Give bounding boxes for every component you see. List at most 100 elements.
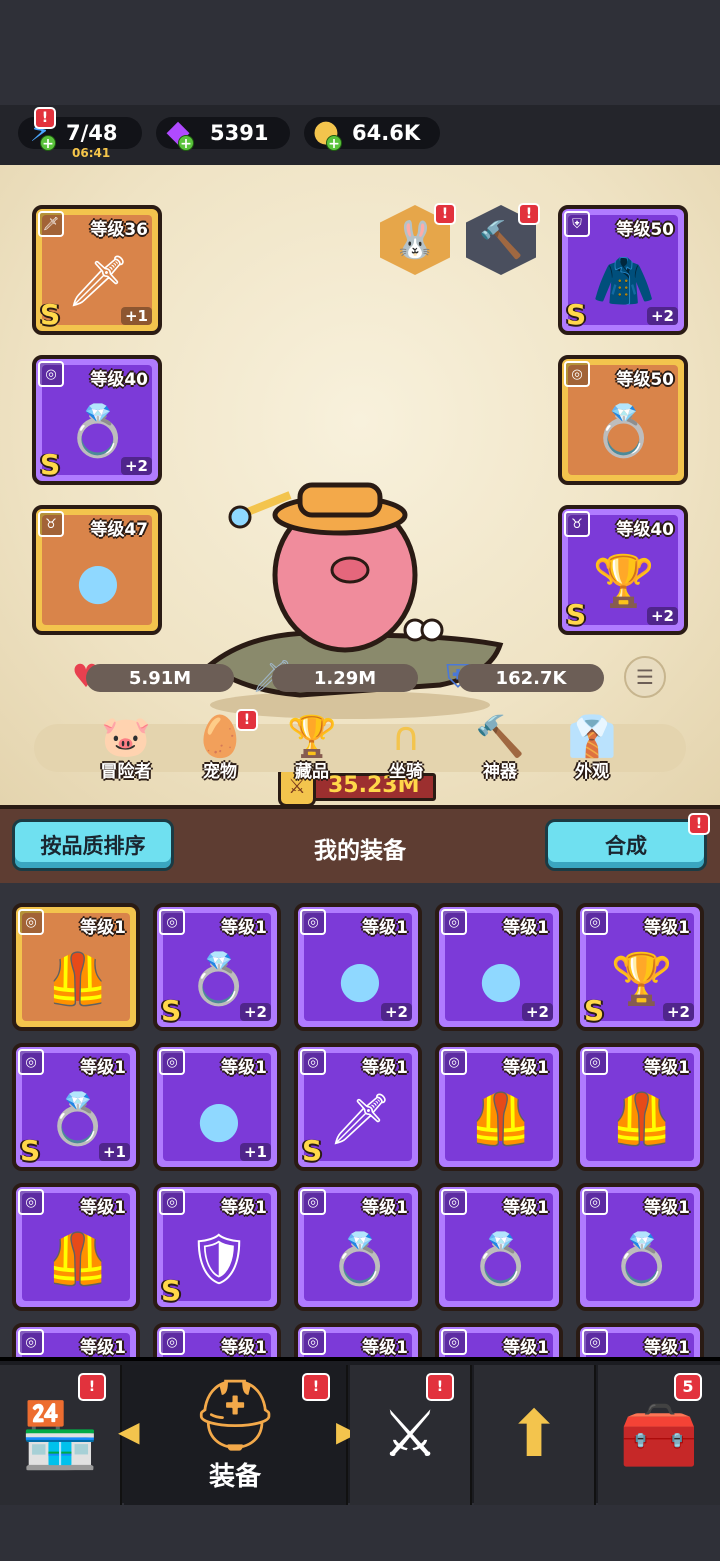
item-type-icon: ◎ <box>441 1189 467 1215</box>
inventory-item[interactable]: ◎等级1💍 <box>435 1183 563 1311</box>
ring-icon: 💍 <box>469 1229 533 1288</box>
inventory-item[interactable]: ◎等级1💍 <box>576 1323 704 1358</box>
chest-armor-icon: 🦺 <box>610 1089 674 1148</box>
inventory-item[interactable]: ◎等级1💍 <box>435 1323 563 1358</box>
inventory-item[interactable]: ◎ 等级1 🦺 <box>435 1043 563 1171</box>
battle-alert-badge: ! <box>426 1373 454 1401</box>
left-arrow-icon[interactable]: ◀ <box>118 1415 140 1448</box>
item-type-icon: ◎ <box>441 1049 467 1075</box>
details-icon[interactable]: ☰ <box>624 656 666 698</box>
inventory-item[interactable]: ◎等级1💍 <box>294 1183 422 1311</box>
plus-icon: + <box>178 135 194 152</box>
equipment-alert-badge: ! <box>302 1373 330 1401</box>
merge-alert-badge: ! <box>688 813 710 835</box>
inventory-item[interactable]: ◎ 等级1 ● +2 <box>435 903 563 1031</box>
energy-alert-badge: ! <box>34 107 56 129</box>
pet-tab-alert: ! <box>236 709 258 731</box>
energy-timer: 06:41 <box>72 146 111 160</box>
helmet-icon: ⛑ <box>190 1373 280 1456</box>
item-type-icon: ◎ <box>582 1189 608 1215</box>
item-type-icon: ◎ <box>300 1329 326 1355</box>
item-type-icon: ◎ <box>300 909 326 935</box>
tab-collection[interactable]: 🏆 藏品 <box>272 707 352 787</box>
equipped-necklace-slot[interactable]: ♉ 等级47 ● <box>32 505 162 635</box>
equipment-title: 我的装备 <box>314 838 406 864</box>
treasure-chest-icon: 🧰 <box>619 1398 699 1473</box>
equipped-armor-slot[interactable]: ⛨ 等级50 🧥 S +2 <box>558 205 688 335</box>
item-type-icon: ◎ <box>159 909 185 935</box>
bottom-nav: 🏪 ! ⛑ 装备 ◀ ▶ ! ⚔ ! ⬆ 🧰 5 <box>0 1357 720 1505</box>
plus-icon: + <box>326 135 342 152</box>
equipped-necklace2-slot[interactable]: ♉ 等级40 🏆 S +2 <box>558 505 688 635</box>
sort-by-quality-button[interactable]: 按品质排序 <box>12 819 174 871</box>
plus-icon: + <box>40 135 56 152</box>
gem-counter[interactable]: ◆ + 5391 <box>156 114 290 152</box>
item-type-icon: ◎ <box>18 909 44 935</box>
artifact-icon: 🔨 <box>478 220 524 261</box>
pet-icon: 🐰 <box>392 220 438 261</box>
item-type-icon: ◎ <box>300 1049 326 1075</box>
shop-alert-badge: ! <box>78 1373 106 1401</box>
shop-icon: 🏪 <box>20 1398 100 1473</box>
inventory-item[interactable]: ◎ 等级1 ● +1 <box>153 1043 281 1171</box>
item-type-icon: ◎ <box>18 1329 44 1355</box>
inventory-item[interactable]: ◎ 等级1 🗡 S <box>294 1043 422 1171</box>
item-type-icon: ◎ <box>18 1189 44 1215</box>
item-type-icon: ◎ <box>159 1049 185 1075</box>
nav-upgrade[interactable]: ⬆ <box>474 1365 596 1505</box>
equipment-header: 按品质排序 我的装备 合成 ! <box>0 805 720 883</box>
item-type-icon: ◎ <box>582 1329 608 1355</box>
item-type-icon: ◎ <box>441 1329 467 1355</box>
coin-counter[interactable]: ● + 64.6K <box>304 114 440 152</box>
necklace-type-icon: ♉ <box>564 511 590 537</box>
inventory-item[interactable]: ◎等级1💍 <box>12 1323 140 1358</box>
upgrade-arrow-icon: ⬆ <box>507 1398 561 1472</box>
item-type-icon: ◎ <box>582 1049 608 1075</box>
spear-icon: 🗡 <box>328 1089 392 1148</box>
inventory-item[interactable]: ◎ 等级1 🦺 <box>12 1183 140 1311</box>
necklace-type-icon: ♉ <box>38 511 64 537</box>
attack-stat: 1.29M <box>272 664 418 692</box>
inventory-item[interactable]: ◎ 等级1 🦺 <box>12 903 140 1031</box>
inventory-item[interactable]: ◎等级1💍 <box>576 1183 704 1311</box>
inventory-item[interactable]: ◎ 等级1 ● +2 <box>294 903 422 1031</box>
ring-icon: 💍 <box>610 1229 674 1288</box>
inventory-item[interactable]: ◎ 等级1 🦺 <box>576 1043 704 1171</box>
armor-type-icon: ⛨ <box>564 211 590 237</box>
ring-icon: 💍 <box>328 1229 392 1288</box>
resource-bar: ⚡ + 7/48 ! 06:41 ◆ + 5391 ● + 64.6K <box>0 105 720 165</box>
artifact-alert-badge: ! <box>518 203 540 225</box>
dark-armor-icon: 🛡 <box>187 1229 251 1288</box>
item-type-icon: ◎ <box>159 1189 185 1215</box>
hero-panel: 🗡 等级36 🗡 S +1 ◎ 等级40 💍 S +2 ♉ 等级47 ● ⛨ 等… <box>0 165 720 807</box>
tab-mount[interactable]: ∩ 坐骑 <box>366 707 446 787</box>
tab-adventurer[interactable]: 🐷 冒险者 <box>86 707 166 787</box>
item-type-icon: ◎ <box>159 1329 185 1355</box>
tab-artifact[interactable]: 🔨 神器 <box>460 707 540 787</box>
inventory-item[interactable]: ◎等级1💍 <box>153 1323 281 1358</box>
inventory-item[interactable]: ◎等级1💍 <box>294 1323 422 1358</box>
tab-appearance[interactable]: 👔 外观 <box>552 707 632 787</box>
equipped-ring2-slot[interactable]: ◎ 等级50 💍 <box>558 355 688 485</box>
crossed-swords-icon: ⚔ <box>381 1398 439 1472</box>
inventory-item[interactable]: ◎ 等级1 🏆 S +2 <box>576 903 704 1031</box>
chest-armor-icon: 🦺 <box>469 1089 533 1148</box>
pet-alert-badge: ! <box>434 203 456 225</box>
ring-type-icon: ◎ <box>564 361 590 387</box>
equipped-weapon-slot[interactable]: 🗡 等级36 🗡 S +1 <box>32 205 162 335</box>
equipped-ring-slot[interactable]: ◎ 等级40 💍 S +2 <box>32 355 162 485</box>
treasure-count-badge: 5 <box>674 1373 702 1401</box>
inventory-item[interactable]: ◎ 等级1 🛡 S <box>153 1183 281 1311</box>
chest-armor-icon: 🦺 <box>46 1229 110 1288</box>
item-type-icon: ◎ <box>582 909 608 935</box>
item-type-icon: ◎ <box>441 909 467 935</box>
inventory-grid: ◎ 等级1 🦺 ◎ 等级1 💍 S +2 ◎ 等级1 ● +2 ◎ 等级1 ● +2 ◎ 等级1 🏆 S +2 ◎ 等级1 💍… <box>0 883 720 1358</box>
inventory-item[interactable]: ◎ 等级1 💍 S +2 <box>153 903 281 1031</box>
merge-button[interactable]: 合成 <box>545 819 707 871</box>
ring-type-icon: ◎ <box>38 361 64 387</box>
hp-stat: 5.91M <box>86 664 234 692</box>
item-type-icon: ◎ <box>18 1049 44 1075</box>
inventory-item[interactable]: ◎ 等级1 💍 S +1 <box>12 1043 140 1171</box>
chest-armor-icon: 🦺 <box>46 949 110 1008</box>
sword-type-icon: 🗡 <box>38 211 64 237</box>
